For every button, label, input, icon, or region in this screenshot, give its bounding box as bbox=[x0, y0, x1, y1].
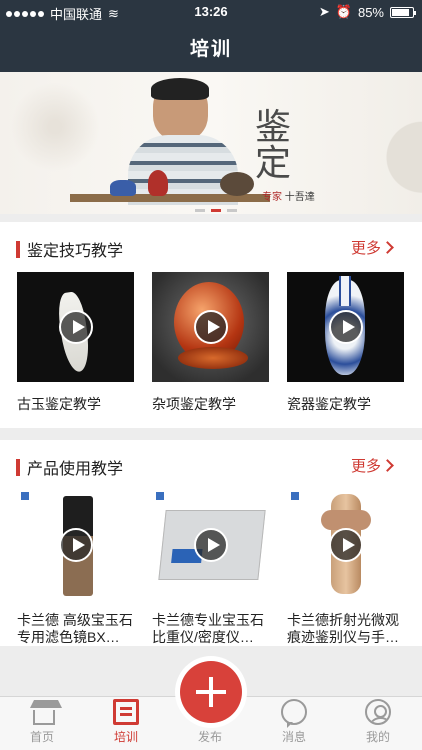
status-bar: 中国联通 ≋ 13:26 ➤ ⏰ 85% bbox=[0, 0, 422, 22]
section-title: 鉴定技巧教学 bbox=[27, 243, 124, 260]
video-title: 杂项鉴定教学 bbox=[152, 396, 236, 412]
banner-carousel[interactable]: 鉴定 专家 十吾達 bbox=[0, 72, 422, 214]
tab-me[interactable]: 我的 bbox=[348, 699, 408, 745]
ink-decoration bbox=[10, 82, 100, 172]
publish-button[interactable] bbox=[175, 656, 247, 728]
banner-seal: 专家 十吾達 bbox=[262, 192, 315, 203]
section-header: 产品使用教学 bbox=[16, 455, 123, 479]
brand-logo bbox=[291, 492, 301, 501]
user-icon bbox=[365, 699, 391, 725]
video-card[interactable]: 卡兰德折射光微观痕迹鉴别仪与手… bbox=[287, 490, 404, 646]
video-title: 瓷器鉴定教学 bbox=[287, 396, 371, 412]
chevron-right-icon bbox=[381, 241, 394, 254]
video-thumbnail[interactable] bbox=[17, 490, 134, 600]
section-header: 鉴定技巧教学 bbox=[16, 237, 123, 261]
page-title: 培训 bbox=[189, 39, 232, 60]
play-icon[interactable] bbox=[329, 310, 363, 344]
chat-bubble-icon bbox=[281, 699, 307, 728]
section-product-tutorials: 产品使用教学 更多 卡兰德 高级宝玉石专用滤色镜BX… 卡兰德专业宝玉石比重仪/… bbox=[0, 440, 422, 646]
play-icon[interactable] bbox=[194, 310, 228, 344]
home-icon bbox=[29, 699, 62, 725]
video-card[interactable]: 古玉鉴定教学 bbox=[17, 272, 134, 413]
video-title: 卡兰德 高级宝玉石专用滤色镜BX… bbox=[17, 612, 133, 645]
play-icon[interactable] bbox=[59, 310, 93, 344]
section-title: 产品使用教学 bbox=[27, 461, 124, 478]
banner-expert-image bbox=[128, 78, 238, 210]
play-icon[interactable] bbox=[59, 528, 93, 562]
header: 中国联通 ≋ 13:26 ➤ ⏰ 85% 培训 bbox=[0, 0, 422, 72]
video-title: 卡兰德折射光微观痕迹鉴别仪与手… bbox=[287, 612, 399, 645]
video-card[interactable]: 瓷器鉴定教学 bbox=[287, 272, 404, 413]
more-link[interactable]: 更多 bbox=[351, 237, 394, 258]
location-icon: ➤ bbox=[318, 4, 330, 19]
book-icon bbox=[113, 699, 139, 725]
alarm-icon: ⏰ bbox=[335, 4, 352, 19]
play-icon[interactable] bbox=[329, 528, 363, 562]
tab-messages[interactable]: 消息 bbox=[264, 699, 324, 745]
video-card[interactable]: 杂项鉴定教学 bbox=[152, 272, 269, 413]
section-appraisal-skills: 鉴定技巧教学 更多 古玉鉴定教学 杂项鉴定教学 瓷器鉴定教学 bbox=[0, 222, 422, 428]
banner-pager bbox=[195, 209, 237, 212]
video-thumbnail[interactable] bbox=[287, 272, 404, 382]
video-thumbnail[interactable] bbox=[17, 272, 134, 382]
battery-icon bbox=[390, 6, 416, 18]
tab-home[interactable]: 首页 bbox=[12, 699, 72, 745]
video-title: 卡兰德专业宝玉石比重仪/密度仪… bbox=[152, 612, 264, 645]
play-icon[interactable] bbox=[194, 528, 228, 562]
video-thumbnail[interactable] bbox=[287, 490, 404, 600]
banner-calligraphy: 鉴定 bbox=[255, 107, 292, 184]
more-link[interactable]: 更多 bbox=[351, 455, 394, 476]
battery-percent: 85% bbox=[357, 4, 384, 20]
chevron-right-icon bbox=[381, 459, 394, 472]
video-card[interactable]: 卡兰德专业宝玉石比重仪/密度仪… bbox=[152, 490, 269, 646]
brand-logo bbox=[21, 492, 31, 501]
video-thumbnail[interactable] bbox=[152, 272, 269, 382]
video-card[interactable]: 卡兰德 高级宝玉石专用滤色镜BX… bbox=[17, 490, 134, 646]
brand-logo bbox=[156, 492, 166, 501]
video-title: 古玉鉴定教学 bbox=[17, 396, 101, 412]
plus-icon[interactable] bbox=[180, 661, 242, 723]
video-thumbnail[interactable] bbox=[152, 490, 269, 600]
tab-training[interactable]: 培训 bbox=[96, 699, 156, 745]
